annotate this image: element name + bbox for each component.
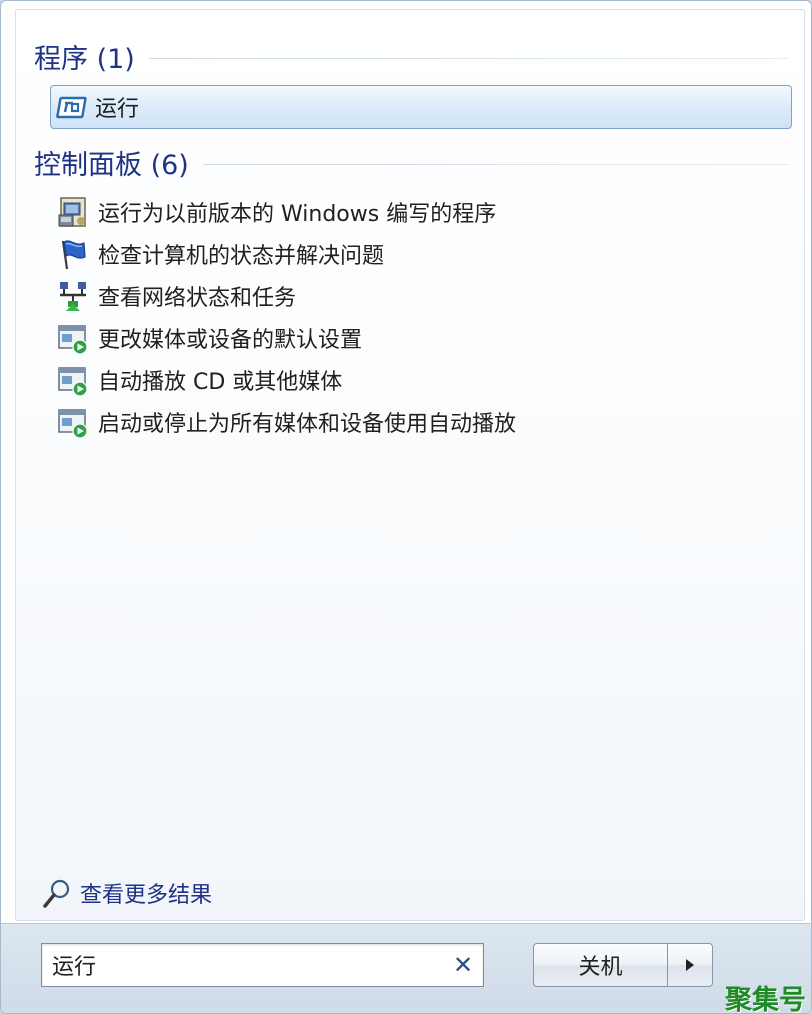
- group-header-control-panel: 控制面板 (6): [34, 144, 789, 181]
- result-item-label: 运行为以前版本的 Windows 编写的程序: [98, 202, 497, 227]
- see-more-results-link[interactable]: 查看更多结果: [42, 873, 212, 913]
- result-item-label: 启动或停止为所有媒体和设备使用自动播放: [98, 412, 517, 437]
- shutdown-split-button: 关机: [533, 943, 713, 987]
- compatibility-icon: [58, 197, 86, 227]
- action-center-flag-icon: [61, 240, 86, 270]
- result-item-autoplay-defaults[interactable]: 更改媒体或设备的默认设置: [54, 318, 792, 358]
- run-icon: [56, 96, 87, 119]
- network-icon: [60, 282, 86, 311]
- result-item-compatibility[interactable]: 运行为以前版本的 Windows 编写的程序: [54, 192, 792, 232]
- triangle-right-icon: [686, 959, 694, 971]
- autoplay-icon: [58, 367, 88, 397]
- group-title: 控制面板 (6): [34, 149, 189, 181]
- start-menu-footer: ✕ 关机 聚集号: [1, 923, 811, 1014]
- result-item-network[interactable]: 查看网络状态和任务: [54, 276, 792, 316]
- magnifier-icon: [43, 879, 70, 908]
- search-box: ✕: [41, 943, 484, 987]
- group-header-programs: 程序 (1): [34, 38, 789, 75]
- result-item-label: 自动播放 CD 或其他媒体: [98, 370, 343, 395]
- group-divider: [202, 163, 789, 165]
- result-item-label: 运行: [95, 97, 140, 122]
- result-item-run[interactable]: 运行: [50, 85, 792, 129]
- autoplay-icon: [58, 325, 88, 355]
- group-divider: [148, 57, 789, 59]
- result-item-autoplay-cd[interactable]: 自动播放 CD 或其他媒体: [54, 360, 792, 400]
- autoplay-icon: [58, 409, 88, 439]
- search-input[interactable]: [42, 944, 443, 986]
- shutdown-options-button[interactable]: [667, 943, 713, 987]
- search-results-pane: 程序 (1) 运行 控制面板 (6) 运行为以前版本的 Windows 编写的程…: [15, 9, 805, 921]
- result-item-label: 查看网络状态和任务: [98, 286, 297, 311]
- see-more-results-label: 查看更多结果: [80, 883, 213, 908]
- start-menu-window: 程序 (1) 运行 控制面板 (6) 运行为以前版本的 Windows 编写的程…: [0, 0, 812, 1014]
- shutdown-button[interactable]: 关机: [533, 943, 667, 987]
- close-icon[interactable]: ✕: [443, 945, 483, 985]
- result-item-action-center[interactable]: 检查计算机的状态并解决问题: [54, 234, 792, 274]
- group-title: 程序 (1): [34, 43, 135, 75]
- watermark-text: 聚集号: [725, 985, 806, 1014]
- result-item-autoplay-toggle[interactable]: 启动或停止为所有媒体和设备使用自动播放: [54, 402, 792, 442]
- result-item-label: 更改媒体或设备的默认设置: [98, 328, 363, 353]
- result-item-label: 检查计算机的状态并解决问题: [98, 244, 385, 269]
